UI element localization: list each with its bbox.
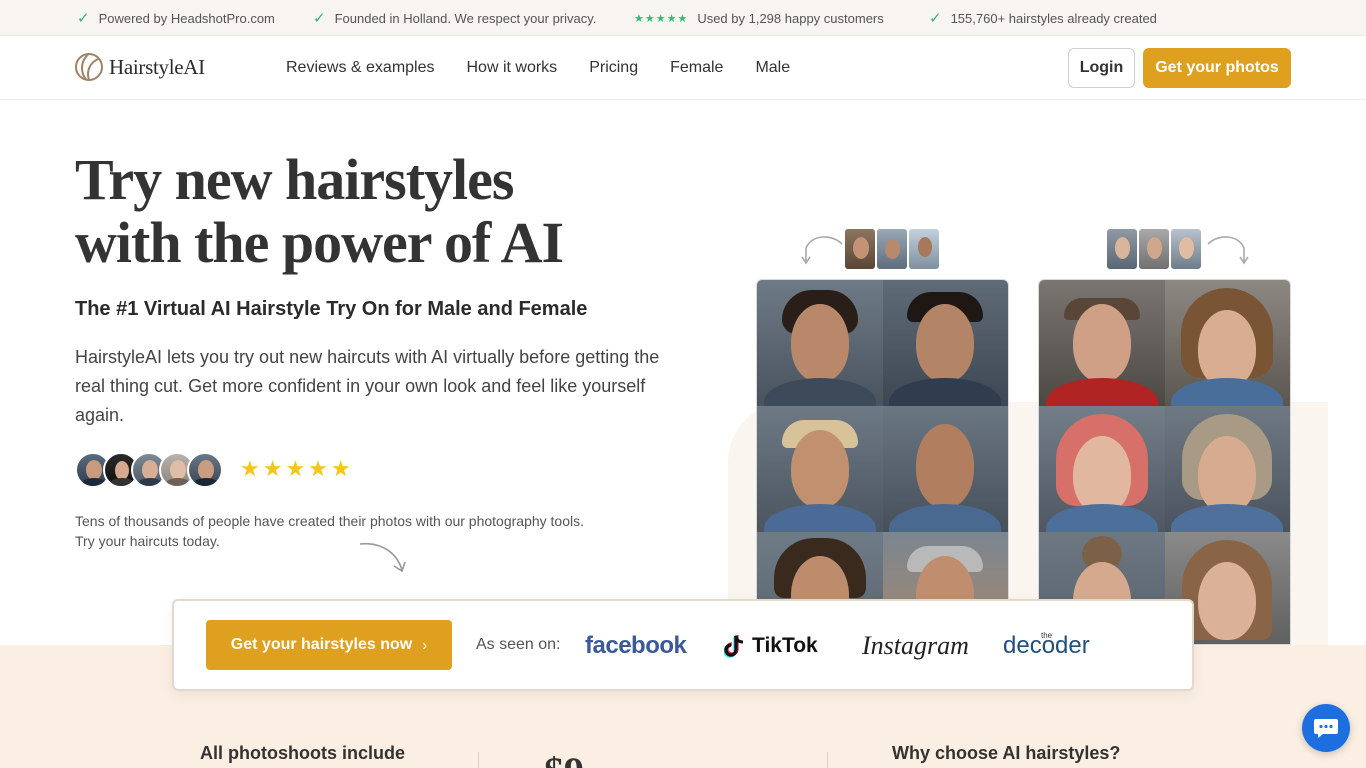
site-header: HairstyleAI Reviews & examples How it wo… <box>0 36 1366 100</box>
divider <box>827 752 828 768</box>
hero-subtitle: The #1 Virtual AI Hairstyle Try On for M… <box>75 298 588 320</box>
check-icon: ✓ <box>929 10 942 27</box>
customer-avatars <box>75 452 223 488</box>
hairstyle-result-image <box>1039 280 1165 406</box>
female-source-thumbnails <box>1106 228 1202 270</box>
decoder-prefix: the <box>1041 631 1053 640</box>
check-icon: ✓ <box>77 10 90 27</box>
announcement-item: ★★★★★ Used by 1,298 happy customers <box>634 0 884 36</box>
rating-stars-icon: ★★★★★ <box>240 456 354 481</box>
female-hairstyle-grid <box>1038 279 1291 645</box>
announcement-text: Founded in Holland. We respect your priv… <box>334 10 597 26</box>
hero-title-line1: Try new hairstyles <box>75 147 514 212</box>
curved-arrow-icon <box>1207 236 1249 265</box>
hairstyle-result-image <box>882 406 1008 532</box>
hairstyle-result-image <box>1039 406 1165 532</box>
hairstyle-result-image <box>1164 280 1290 406</box>
male-source-thumbnails <box>844 228 940 270</box>
stars-icon: ★★★★★ <box>634 12 689 25</box>
chevron-right-icon: › <box>422 636 428 654</box>
avatar <box>187 452 223 488</box>
nav-link-pricing[interactable]: Pricing <box>589 59 638 77</box>
hero-title-line2: with the power of AI <box>75 210 564 275</box>
source-photo-thumbnail <box>1138 228 1170 270</box>
logo-mark-icon <box>75 53 103 81</box>
chat-icon <box>1314 719 1338 738</box>
instagram-logo: Instagram <box>862 631 969 660</box>
announcement-item: ✓ 155,760+ hairstyles already created <box>929 0 1157 36</box>
hairstyle-result-image <box>757 406 883 532</box>
announcement-text: 155,760+ hairstyles already created <box>950 10 1157 26</box>
photoshoots-include-heading: All photoshoots include <box>200 743 405 763</box>
announcement-item: ✓ Powered by HeadshotPro.com <box>77 0 275 36</box>
why-choose-heading: Why choose AI hairstyles? <box>892 743 1121 763</box>
source-photo-thumbnail <box>876 228 908 270</box>
announcement-bar: ✓ Powered by HeadshotPro.com ✓ Founded i… <box>0 0 1366 36</box>
announcement-text: Used by 1,298 happy customers <box>697 10 884 26</box>
nav-link-reviews[interactable]: Reviews & examples <box>286 59 435 77</box>
announcement-text: Powered by HeadshotPro.com <box>98 10 275 26</box>
divider <box>478 752 479 768</box>
hairstyle-result-image <box>1164 406 1290 532</box>
login-button[interactable]: Login <box>1068 48 1135 88</box>
chat-widget-button[interactable] <box>1302 704 1350 752</box>
tiktok-wordmark: TikTok <box>752 634 818 657</box>
logo-text: HairstyleAI <box>109 54 205 79</box>
get-photos-button[interactable]: Get your photos <box>1143 48 1291 88</box>
arrow-doodle-icon <box>359 542 406 573</box>
tiktok-icon <box>724 635 744 658</box>
get-hairstyles-label: Get your hairstyles now <box>230 636 413 653</box>
social-proof-text: Tens of thousands of people have created… <box>75 513 585 549</box>
hero-title: Try new hairstyles with the power of AI <box>75 148 675 274</box>
as-seen-on-label: As seen on: <box>476 636 561 653</box>
tiktok-logo: TikTok <box>724 623 818 669</box>
facebook-logo: facebook <box>585 632 687 659</box>
decoder-logo: the decoder <box>1003 623 1090 669</box>
source-photo-thumbnail <box>1106 228 1138 270</box>
nav-link-female[interactable]: Female <box>670 59 723 77</box>
cta-card: Get your hairstyles now › As seen on: fa… <box>172 599 1194 691</box>
nav-link-how-it-works[interactable]: How it works <box>467 59 558 77</box>
announcement-item: ✓ Founded in Holland. We respect your pr… <box>313 0 596 36</box>
curved-arrow-icon <box>801 236 843 265</box>
logo[interactable]: HairstyleAI <box>75 53 205 81</box>
get-hairstyles-button[interactable]: Get your hairstyles now › <box>206 620 452 670</box>
source-photo-thumbnail <box>1170 228 1202 270</box>
source-photo-thumbnail <box>908 228 940 270</box>
nav-link-male[interactable]: Male <box>755 59 790 77</box>
hairstyle-result-image <box>882 280 1008 406</box>
male-hairstyle-grid <box>756 279 1009 645</box>
hairstyle-result-image <box>757 280 883 406</box>
source-photo-thumbnail <box>844 228 876 270</box>
hero-description: HairstyleAI lets you try out new haircut… <box>75 347 660 425</box>
main-nav: Reviews & examples How it works Pricing … <box>286 36 822 100</box>
price-value: $9 <box>544 748 584 768</box>
check-icon: ✓ <box>313 10 326 27</box>
